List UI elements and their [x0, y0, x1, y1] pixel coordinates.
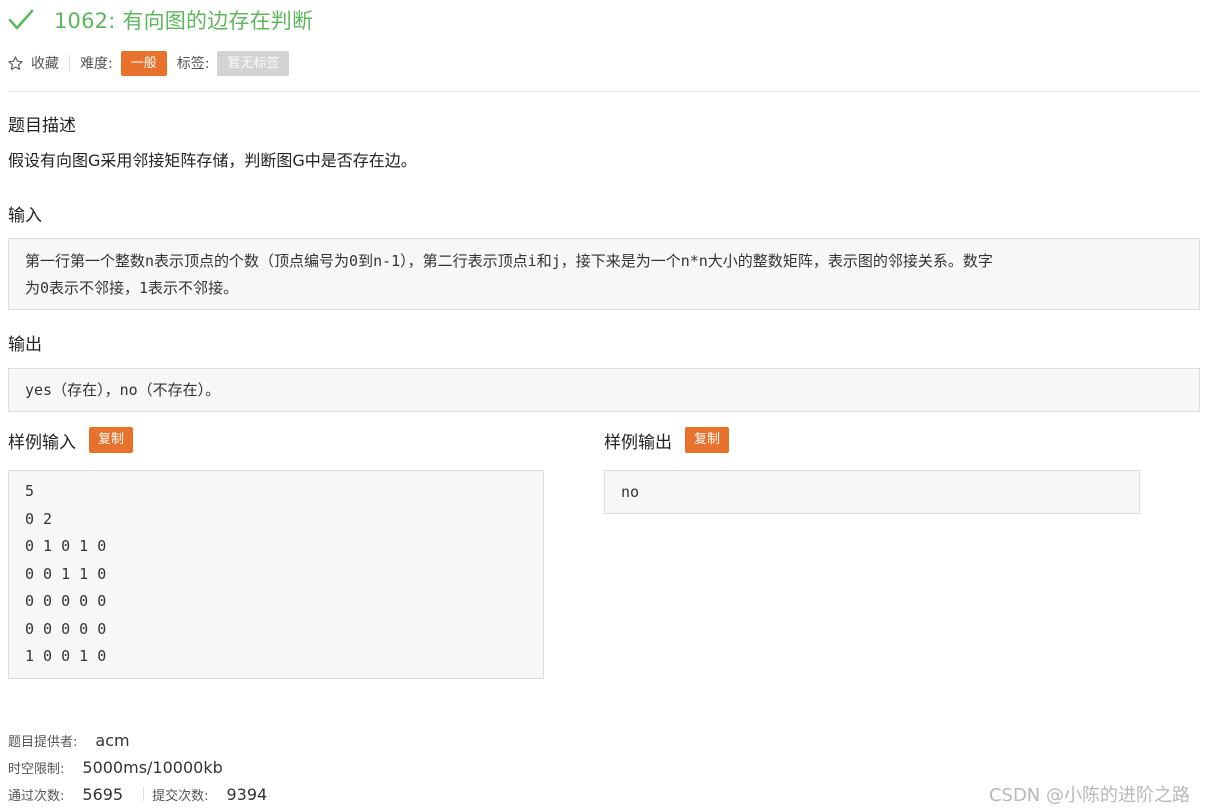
- stats-row: 通过次数: 5695 提交次数: 9394: [8, 783, 267, 805]
- accepted-label: 通过次数:: [8, 788, 65, 804]
- sample-output-box: no: [604, 470, 1140, 514]
- sample-input-heading: 样例输入: [8, 432, 76, 453]
- submit-label: 提交次数:: [152, 788, 209, 804]
- sample-input-line: 0 2: [25, 509, 53, 528]
- copy-sample-output-button[interactable]: 复制: [685, 427, 730, 453]
- input-heading: 输入: [8, 206, 42, 226]
- output-description-box: yes（存在），no（不存在）。: [8, 368, 1200, 412]
- divider: [69, 55, 70, 71]
- star-icon[interactable]: [8, 55, 23, 71]
- accepted-value: 5695: [82, 784, 124, 804]
- sample-input-header: 样例输入 复制: [8, 427, 134, 453]
- problem-header: 1062: 有向图的边存在判断: [8, 4, 313, 36]
- input-description-box: 第一行第一个整数n表示顶点的个数（顶点编号为0到n-1），第二行表示顶点i和j，…: [8, 238, 1200, 310]
- submit-value: 9394: [226, 784, 268, 804]
- sample-input-line: 5: [25, 482, 35, 500]
- favorite-button[interactable]: 收藏: [31, 53, 59, 73]
- copy-sample-input-button[interactable]: 复制: [89, 427, 134, 453]
- sample-input-line: 0 1 0 1 0: [25, 537, 107, 555]
- provider-label: 题目提供者:: [8, 734, 78, 750]
- page-title: 1062: 有向图的边存在判断: [54, 9, 314, 33]
- provider-row: 题目提供者: acm: [8, 729, 130, 751]
- sample-output-heading: 样例输出: [604, 432, 672, 453]
- tags-label: 标签:: [176, 56, 210, 72]
- provider-value: acm: [95, 730, 130, 750]
- description-heading: 题目描述: [8, 116, 76, 136]
- difficulty-badge: 一般: [120, 50, 167, 76]
- header-divider: [8, 91, 1200, 92]
- limit-label: 时空限制:: [8, 761, 65, 777]
- sample-input-box: 5 0 2 0 1 0 1 0 0 0 1 1 0 0 0 0 0 0 0 0 …: [8, 470, 544, 679]
- sample-input-line: 0 0 0 0 0: [25, 619, 107, 638]
- check-icon: [8, 9, 34, 30]
- difficulty-label: 难度:: [80, 56, 113, 72]
- tags-badge: 暂无标签: [217, 50, 290, 76]
- input-description-line: 为0表示不邻接，1表示不邻接。: [25, 279, 239, 297]
- sample-input-line: 1 0 0 1 0: [25, 647, 107, 665]
- divider: [143, 787, 145, 801]
- sample-output-header: 样例输出 复制: [604, 427, 730, 453]
- limit-row: 时空限制: 5000ms/10000kb: [8, 756, 223, 778]
- description-text: 假设有向图G采用邻接矩阵存储，判断图G中是否存在边。: [8, 151, 417, 170]
- limit-value: 5000ms/10000kb: [82, 757, 223, 777]
- input-description-line: 第一行第一个整数n表示顶点的个数（顶点编号为0到n-1），第二行表示顶点i和j，…: [25, 252, 993, 270]
- sample-input-line: 0 0 1 1 0: [25, 564, 107, 583]
- sample-input-line: 0 0 0 0 0: [25, 592, 107, 610]
- problem-meta: 收藏 难度: 一般 标签: 暂无标签: [8, 50, 290, 76]
- output-heading: 输出: [8, 335, 42, 355]
- watermark: CSDN @小陈的进阶之路: [988, 785, 1190, 806]
